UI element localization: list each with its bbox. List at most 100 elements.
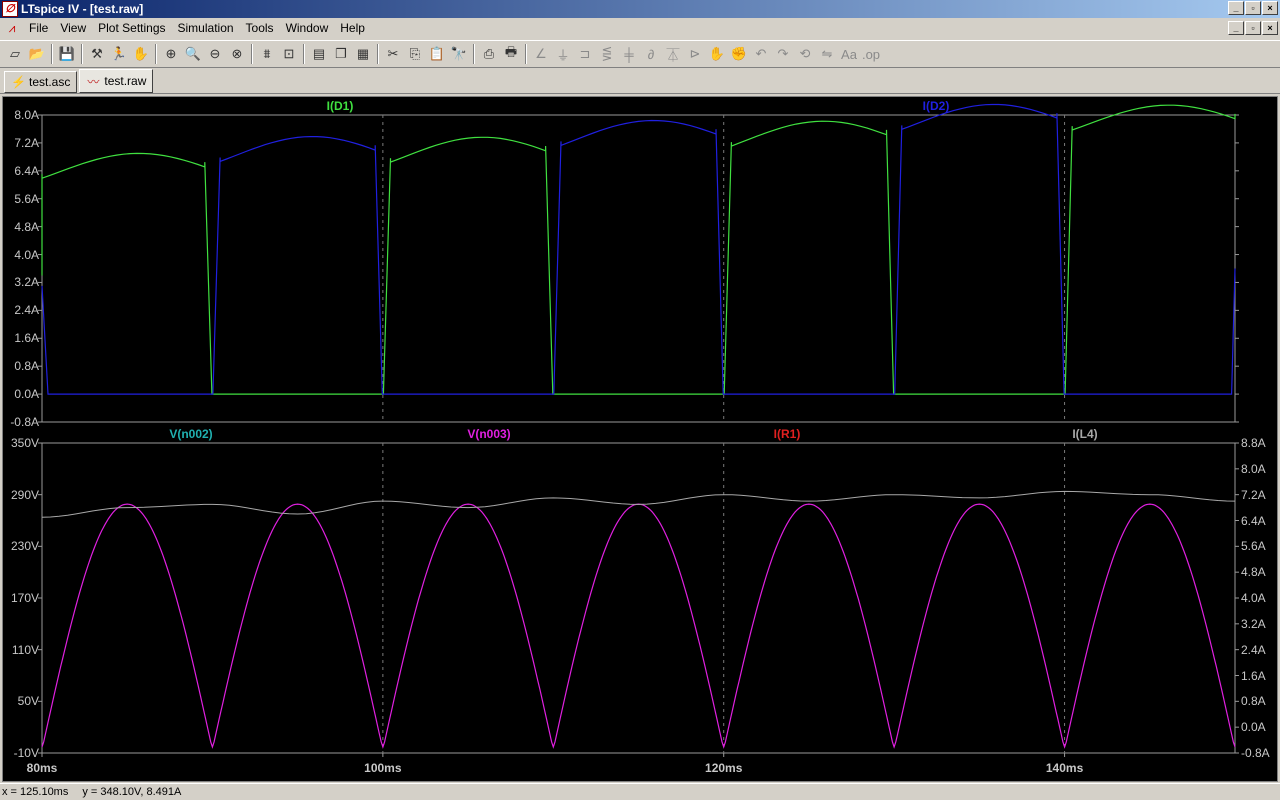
label-net-icon[interactable]: ⊐ [574,43,596,65]
y-tick-label: 4.8A [14,219,39,234]
menu-tools[interactable]: Tools [240,21,280,35]
restore-button[interactable]: ▫ [1245,1,1261,15]
cut-icon[interactable]: ✂ [382,43,404,65]
capacitor-icon[interactable]: ╪ [618,43,640,65]
open-icon[interactable]: 📂 [26,43,48,65]
menu-file[interactable]: File [23,21,54,35]
tile-vertical-icon[interactable]: ▦ [352,43,374,65]
toolbar-separator [155,44,157,64]
trace-vn003 [41,503,1236,749]
y-tick-label-right: 4.0A [1241,591,1266,605]
resistor-icon[interactable]: ⋚ [596,43,618,65]
fit-icon[interactable]: ⊡ [278,43,300,65]
trace-label-ir1[interactable]: I(R1) [774,427,801,441]
menu-simulation[interactable]: Simulation [172,21,240,35]
run-icon[interactable]: 🏃 [108,43,130,65]
y-tick-label: 170V [10,591,39,605]
mirror-icon[interactable]: ⇋ [816,43,838,65]
zoom-cancel-icon[interactable]: ⊗ [226,43,248,65]
y-tick-label: 5.6A [14,191,39,206]
x-tick-label: 100ms [364,761,402,775]
y-tick-label: 50V [17,694,39,709]
trace-label-id1[interactable]: I(D1) [327,99,354,113]
waveform-viewer[interactable]: I(D1) I(D2) V(n002) V(n003) I(R1) I(L4) … [2,96,1278,782]
y-tick-label: -10V [13,746,39,760]
waveform-doc-icon[interactable]: ⩘ [3,20,21,36]
pan-icon[interactable]: ✋ [130,43,152,65]
y-tick-label: 3.2A [14,275,39,290]
zoom-area-icon[interactable]: ⊕ [160,43,182,65]
y-tick-label: 2.4A [14,303,39,318]
drag-icon[interactable]: ✊ [728,43,750,65]
trace-id2 [41,103,1236,395]
trace-label-vn003[interactable]: V(n003) [467,427,510,441]
y-tick-label: 0.0A [14,387,39,402]
doc-restore-button[interactable]: ▫ [1245,21,1261,35]
autorange-icon[interactable]: ⩩ [256,43,278,65]
paste-icon[interactable]: 📋 [426,43,448,65]
tile-horizontal-icon[interactable]: ▤ [308,43,330,65]
tab-test-asc[interactable]: ⚡ test.asc [4,71,78,93]
close-button[interactable]: × [1262,1,1278,15]
ltspice-app-icon[interactable]: ∅ [2,1,18,17]
doc-close-button[interactable]: × [1262,21,1278,35]
spice-directive-icon[interactable]: .op [860,43,882,65]
status-bar: x = 125.10ms y = 348.10V, 8.491A [0,783,1280,800]
toolbar-separator [251,44,253,64]
tab-label: test.asc [29,75,71,89]
trace-label-vn002[interactable]: V(n002) [169,427,212,441]
zoom-in-icon[interactable]: 🔍 [182,43,204,65]
toolbar-separator [303,44,305,64]
minimize-button[interactable]: _ [1228,1,1244,15]
y-tick-label-right: 2.4A [1241,642,1266,657]
y-tick-label: 7.2A [14,135,39,150]
move-icon[interactable]: ✋ [706,43,728,65]
trace-label-id2[interactable]: I(D2) [923,99,950,113]
y-tick-label-right: 8.8A [1241,436,1266,450]
tab-label: test.raw [104,74,147,88]
menu-plot-settings[interactable]: Plot Settings [92,21,171,35]
y-tick-label: 1.6A [14,331,39,346]
control-panel-icon[interactable]: ⚒ [86,43,108,65]
wire-icon[interactable]: ∠ [530,43,552,65]
y-tick-label-right: 8.0A [1241,461,1266,476]
inductor-icon[interactable]: ∂ [640,43,662,65]
tab-test-raw[interactable]: 〰 test.raw [79,69,154,93]
redo-icon[interactable]: ↷ [772,43,794,65]
print-preview-icon[interactable]: ⎙ [478,43,500,65]
y-tick-label-right: 4.8A [1241,565,1266,580]
find-icon[interactable]: 🔭 [448,43,470,65]
diode-icon[interactable]: ⏄ [662,43,684,65]
print-icon[interactable]: 🖶 [500,43,522,65]
menu-view[interactable]: View [54,21,92,35]
y-tick-label-right: 0.8A [1241,694,1266,709]
component-icon[interactable]: ⊳ [684,43,706,65]
copy-icon[interactable]: ⎘ [404,43,426,65]
y-tick-label: 4.0A [14,247,39,262]
x-tick-label: 120ms [705,761,743,775]
menu-help[interactable]: Help [334,21,371,35]
new-schematic-icon[interactable]: ▱ [4,43,26,65]
y-tick-label: 110V [11,642,39,657]
toolbar-separator [473,44,475,64]
menu-window[interactable]: Window [280,21,335,35]
undo-icon[interactable]: ↶ [750,43,772,65]
trace-label-il4[interactable]: I(L4) [1072,427,1097,441]
save-icon[interactable]: 💾 [56,43,78,65]
document-tabs: ⚡ test.asc 〰 test.raw [0,69,1280,94]
text-icon[interactable]: Aa [838,43,860,65]
y-tick-label: -0.8A [10,415,39,429]
menu-bar: ⩘ File View Plot Settings Simulation Too… [0,18,1280,38]
bottom-plot-frame [41,442,1236,754]
title-bar: ∅ LTspice IV - [test.raw] _ ▫ × [0,0,1280,18]
doc-minimize-button[interactable]: _ [1228,21,1244,35]
cursor-y-readout: y = 348.10V, 8.491A [82,786,182,798]
cascade-icon[interactable]: ❐ [330,43,352,65]
y-tick-label-right: 5.6A [1241,539,1266,554]
toolbar: ▱ 📂 💾 ⚒ 🏃 ✋ ⊕ 🔍 ⊖ ⊗ ⩩ ⊡ ▤ ❐ ▦ ✂ ⎘ 📋 🔭 ⎙ 🖶 ∠ ⏚ ⊐ ⋚ ╪ ∂ ⏄ ⊳ ✋ ✊ ↶ ↷ ⟲ ⇋ Aa .op [0,40,1280,68]
ground-icon[interactable]: ⏚ [552,43,574,65]
y-tick-label-right: 6.4A [1241,513,1266,528]
rotate-icon[interactable]: ⟲ [794,43,816,65]
zoom-out-icon[interactable]: ⊖ [204,43,226,65]
window-title: LTspice IV - [test.raw] [21,2,144,16]
